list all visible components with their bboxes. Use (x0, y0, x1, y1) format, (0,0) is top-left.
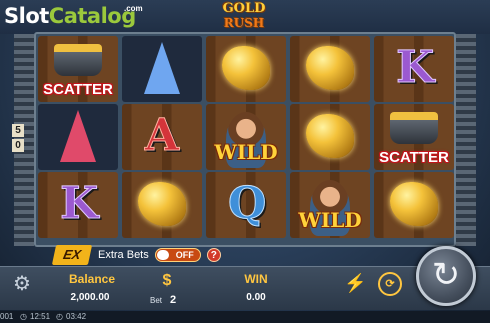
top-header: SlotCatalog .com GOLD RUSH (0, 0, 490, 34)
bet-value: 2 (170, 294, 177, 306)
watermark-logo: SlotCatalog (4, 4, 136, 28)
timer-icon: ◴ (56, 312, 63, 321)
spin-arrow-icon: ↻ (431, 256, 461, 294)
reel-grid: SCATTER K A WILD Q WILD K SCATTER (38, 36, 454, 244)
bet-label: Bet (150, 296, 163, 305)
right-rail (456, 34, 476, 246)
spin-button[interactable]: ↻ (416, 246, 476, 306)
red-crystal-icon (60, 110, 96, 162)
status-fragment: 001 (0, 312, 14, 321)
toggle-knob (156, 250, 169, 260)
symbol-k: K (38, 172, 118, 238)
status-bar: 001 ◷ 12:51 ◴ 03:42 (0, 311, 490, 323)
win-value: 0.00 (246, 292, 266, 303)
gold-cart-icon (54, 44, 102, 76)
symbol-k: K (374, 36, 454, 102)
clock-icon: ◷ (20, 312, 27, 321)
gold-nugget-icon (306, 46, 354, 90)
gold-nugget-icon (222, 46, 270, 90)
extra-bets-toggle[interactable]: OFF (154, 248, 201, 262)
gold-nugget-icon (306, 114, 354, 158)
symbol-red-crystal (38, 104, 118, 170)
clock-time: 12:51 (30, 312, 51, 321)
gold-cart-icon (390, 112, 438, 144)
extra-bets-label: Extra Bets (98, 249, 149, 261)
symbol-a: A (122, 104, 202, 170)
symbol-scatter: SCATTER (38, 36, 118, 102)
session-timer: 03:42 (66, 312, 87, 321)
extra-bets-badge: EX (51, 245, 93, 265)
win-label: WIN (244, 272, 268, 286)
help-button[interactable]: ? (206, 248, 221, 262)
watermark-suffix: .com (124, 4, 143, 13)
lightning-icon[interactable]: ⚡ (344, 273, 366, 293)
dollar-icon[interactable]: $ (158, 272, 176, 290)
gold-nugget-icon (138, 182, 186, 226)
symbol-gold-nugget (290, 36, 370, 102)
gear-icon[interactable]: ⚙ (12, 274, 32, 294)
symbol-q: Q (206, 172, 286, 238)
balance-label: Balance (68, 272, 116, 286)
autoplay-icon[interactable]: ⟳ (378, 272, 402, 296)
symbol-gold-nugget (206, 36, 286, 102)
extra-bets-control: EX Extra Bets OFF ? (51, 245, 221, 265)
symbol-gold-nugget (290, 104, 370, 170)
symbol-blue-crystal (122, 36, 202, 102)
gold-nugget-icon (390, 182, 438, 226)
symbol-scatter: SCATTER (374, 104, 454, 170)
symbol-wild: WILD (290, 172, 370, 238)
blue-crystal-icon (144, 42, 180, 94)
game-logo: GOLD RUSH (222, 1, 266, 31)
reel-counter: 5 0 (12, 124, 26, 154)
symbol-wild: WILD (206, 104, 286, 170)
symbol-gold-nugget (122, 172, 202, 238)
symbol-gold-nugget (374, 172, 454, 238)
balance-value: 2,000.00 (70, 292, 110, 303)
